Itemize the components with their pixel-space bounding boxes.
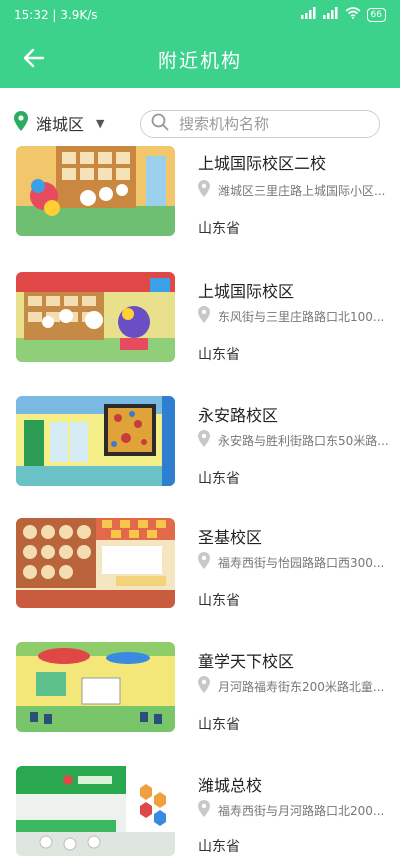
institution-province: 山东省	[198, 717, 240, 733]
battery-indicator: 66	[366, 7, 386, 22]
institution-province: 山东省	[198, 593, 240, 609]
location-pin-icon	[198, 180, 210, 201]
institution-address: 潍城区三里庄路上城国际小区...	[218, 184, 386, 198]
app-bar: 附近机构	[0, 30, 400, 88]
institution-name: 上城国际校区	[198, 282, 295, 301]
institution-address: 永安路与胜利街路口东50米路...	[218, 434, 389, 448]
location-pin-icon	[198, 676, 210, 697]
institution-name: 潍城总校	[198, 776, 263, 795]
location-pin-icon	[14, 111, 28, 135]
location-pin-icon	[198, 552, 210, 573]
institution-photo	[16, 766, 175, 856]
institution-name: 圣基校区	[198, 528, 263, 547]
page-title: 附近机构	[157, 50, 242, 72]
wifi-icon	[345, 7, 361, 22]
address-row: 福寿西街与月河路路口北200...	[198, 800, 384, 821]
institution-address: 月河路福寿街东200米路北童...	[218, 680, 385, 694]
search-input[interactable]	[177, 114, 361, 134]
institution-name: 上城国际校区二校	[198, 154, 327, 173]
institution-item[interactable]: 童学天下校区 月河路福寿街东200米路北童... 山东省	[0, 642, 400, 742]
location-pin-icon	[198, 430, 210, 451]
institution-province: 山东省	[198, 839, 240, 855]
address-row: 月河路福寿街东200米路北童...	[198, 676, 384, 697]
address-row: 东风街与三里庄路路口北100...	[198, 306, 384, 327]
region-label: 潍城区	[36, 115, 85, 134]
institution-item[interactable]: 潍城总校 福寿西街与月河路路口北200... 山东省	[0, 766, 400, 866]
institution-item[interactable]: 圣基校区 福寿西街与怡园路路口西300... 山东省	[0, 518, 400, 618]
search-icon	[151, 113, 169, 135]
institution-address: 福寿西街与月河路路口北200...	[218, 804, 385, 818]
institution-item[interactable]: 上城国际校区二校 潍城区三里庄路上城国际小区... 山东省	[0, 146, 400, 248]
institution-photo	[16, 518, 175, 608]
filter-bar: 潍城区 ▼	[0, 96, 400, 152]
chevron-down-icon: ▼	[96, 116, 105, 130]
institution-address: 福寿西街与怡园路路口西300...	[218, 556, 385, 570]
institution-photo	[16, 642, 175, 732]
institution-photo	[16, 272, 175, 362]
institution-address: 东风街与三里庄路路口北100...	[218, 310, 385, 324]
institution-province: 山东省	[198, 347, 240, 363]
address-row: 永安路与胜利街路口东50米路...	[198, 430, 389, 451]
institution-item[interactable]: 上城国际校区 东风街与三里庄路路口北100... 山东省	[0, 272, 400, 372]
location-pin-icon	[198, 800, 210, 821]
address-row: 潍城区三里庄路上城国际小区...	[198, 180, 385, 201]
signal-hd-icon	[322, 7, 339, 22]
institution-name: 永安路校区	[198, 406, 279, 425]
status-time: 15:32 | 3.9K/s	[14, 8, 98, 22]
address-row: 福寿西街与怡园路路口西300...	[198, 552, 384, 573]
institution-item[interactable]: 永安路校区 永安路与胜利街路口东50米路... 山东省	[0, 396, 400, 496]
institution-name: 童学天下校区	[198, 652, 295, 671]
signal-icon	[300, 7, 317, 22]
status-bar: 15:32 | 3.9K/s 66	[0, 0, 400, 30]
institution-province: 山东省	[198, 471, 240, 487]
institution-photo	[16, 396, 175, 486]
institution-photo	[16, 146, 175, 236]
institution-province: 山东省	[198, 221, 240, 237]
region-selector[interactable]: 潍城区 ▼	[14, 110, 104, 136]
search-box[interactable]	[140, 110, 380, 138]
location-pin-icon	[198, 306, 210, 327]
